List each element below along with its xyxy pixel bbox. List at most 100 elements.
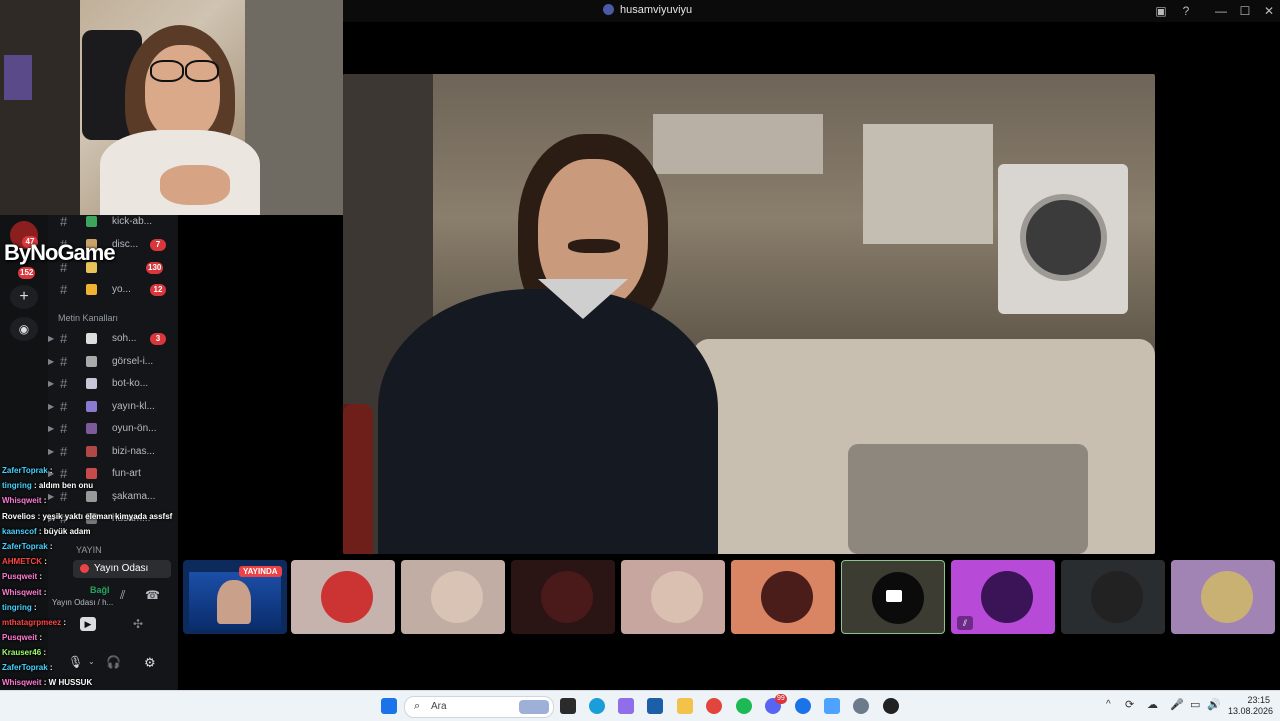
chat-message: Whisqweit : (2, 496, 47, 505)
participant-tile[interactable] (1061, 560, 1165, 634)
windows-start-icon[interactable] (381, 698, 397, 714)
chat-message: tingring : aldım ben onu (2, 481, 94, 490)
network-icon[interactable]: ▭ (1190, 698, 1200, 711)
file-explorer-icon[interactable] (677, 698, 693, 714)
participant-tile[interactable]: ⫽ (951, 560, 1055, 634)
chevron-right-icon: ▶ (48, 379, 55, 388)
window-title: husamviyuviyu (603, 4, 692, 16)
clock[interactable]: 23:15 13.08.2026 (1228, 695, 1273, 717)
app-icon[interactable] (824, 698, 840, 714)
headphones-icon[interactable]: 🎧 (106, 655, 121, 669)
avatar (651, 571, 703, 623)
minimize-icon[interactable]: — (1213, 3, 1229, 19)
participant-tile[interactable] (401, 560, 505, 634)
disconnect-icon[interactable]: ☎ (145, 588, 160, 602)
hash-icon: # (60, 376, 68, 391)
channel-item[interactable]: ▶ # oyun-ön... (48, 419, 178, 439)
voice-subtitle: Yayın Odası / h... (52, 598, 114, 607)
hash-icon: # (60, 354, 68, 369)
search-highlight-icon (519, 700, 549, 714)
app-icon[interactable] (795, 698, 811, 714)
unread-badge: 130 (146, 262, 164, 274)
discord-badge: 99 (775, 694, 787, 704)
title-bar: husamviyuviyu ▣ ? — ☐ ✕ (343, 0, 1280, 22)
activity-icon[interactable]: ✣ (133, 617, 143, 631)
mic-icon[interactable]: 🎤 (1170, 698, 1184, 711)
hash-icon: # (60, 282, 68, 297)
person-icon (86, 446, 97, 457)
sync-icon[interactable]: ⟳ (1125, 698, 1134, 711)
channel-item[interactable]: ▶ # bot-ko... (48, 374, 178, 394)
cloud-icon[interactable]: ☁ (1147, 698, 1158, 711)
app-icon[interactable] (883, 698, 899, 714)
chat-message: kaanscof : büyük adam (2, 527, 91, 536)
chat-message: tingring : (2, 603, 37, 612)
channel-item[interactable]: ▶ # görsel-i... (48, 352, 178, 372)
channel-item[interactable]: ▶ # soh... 3 (48, 329, 178, 349)
channel-item[interactable]: # kick-ab... (48, 212, 178, 232)
chat-message: AHMETCK : (2, 557, 47, 566)
chevron-up-icon[interactable]: ^ (1106, 699, 1111, 710)
participant-tile[interactable] (621, 560, 725, 634)
image-icon (86, 356, 97, 367)
search-box[interactable]: ⌕ Ara (404, 696, 554, 718)
chat-message: Krauser46 : (2, 648, 47, 657)
mute-mic-icon[interactable]: 🎙 (68, 655, 83, 669)
avatar (541, 571, 593, 623)
gamepad-icon (86, 423, 97, 434)
chat-message: mthatagrpmeez : (2, 618, 67, 627)
voice-channel-pill[interactable]: Yayın Odası (73, 560, 171, 578)
bynogame-logo: ByNoGame (4, 240, 116, 265)
category-text-channels[interactable]: Metin Kanalları (58, 313, 118, 323)
channel-item[interactable]: ▶ # bizi-nas... (48, 442, 178, 462)
hash-icon: # (60, 331, 68, 346)
close-icon[interactable]: ✕ (1261, 3, 1277, 19)
channel-item[interactable]: ▶ # yayın-kl... (48, 397, 178, 417)
robot-icon (86, 378, 97, 389)
add-server-icon[interactable]: + (10, 285, 38, 309)
unread-badge: 12 (150, 284, 166, 296)
unread-badge: 3 (150, 333, 166, 345)
participant-tile[interactable] (291, 560, 395, 634)
avatar (761, 571, 813, 623)
unread-badge: 7 (150, 239, 166, 251)
avatar (1201, 571, 1253, 623)
noise-suppression-icon[interactable]: ⫽ (120, 588, 125, 603)
participant-tile[interactable] (841, 560, 945, 634)
help-icon[interactable]: ? (1178, 3, 1194, 19)
server-badge: 152 (18, 267, 36, 279)
webcam-overlay (0, 0, 343, 215)
spotify-icon[interactable] (736, 698, 752, 714)
store-icon[interactable] (647, 698, 663, 714)
main-stream-video[interactable] (343, 74, 1155, 554)
participant-tile[interactable] (511, 560, 615, 634)
hash-icon: # (60, 214, 68, 229)
task-view-icon[interactable] (560, 698, 576, 714)
copilot-icon[interactable] (618, 698, 634, 714)
inbox-icon[interactable]: ▣ (1153, 3, 1169, 19)
maximize-icon[interactable]: ☐ (1237, 3, 1253, 19)
chat-message: Whisqweit : W HUSSUK (2, 678, 93, 687)
chat-message: Pusqweit : (2, 633, 43, 642)
screen-share-icon[interactable]: ▶ (80, 617, 96, 631)
chat-message: ZaferToprak : (2, 466, 53, 475)
participant-tile-live[interactable]: YAYINDA (183, 560, 287, 634)
chrome-icon[interactable] (706, 698, 722, 714)
volume-icon[interactable]: 🔊 (1207, 698, 1221, 711)
settings-app-icon[interactable] (853, 698, 869, 714)
hash-icon: # (60, 399, 68, 414)
hash-icon: # (60, 444, 68, 459)
chevron-down-icon[interactable]: ⌄ (88, 657, 95, 666)
participant-tile[interactable] (731, 560, 835, 634)
muted-mic-icon: ⫽ (957, 616, 973, 630)
live-dot-icon (80, 564, 89, 573)
avatar (981, 571, 1033, 623)
participant-tile[interactable] (1171, 560, 1275, 634)
camera-icon (886, 590, 902, 602)
settings-icon[interactable]: ⚙ (144, 655, 156, 671)
edge-icon[interactable] (589, 698, 605, 714)
chat-message: Whisqweit : (2, 588, 47, 597)
bell-icon (86, 284, 97, 295)
discover-icon[interactable]: ◉ (10, 317, 38, 341)
channel-item[interactable]: # yo... 12 (48, 280, 178, 300)
